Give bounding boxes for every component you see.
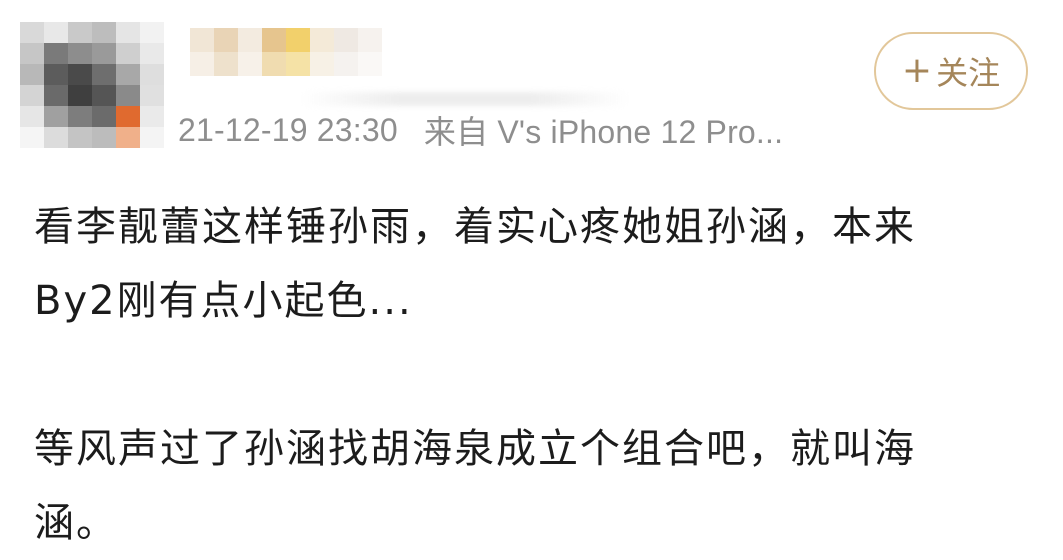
username-mosaic-tile xyxy=(262,52,286,76)
avatar-mosaic-tile xyxy=(116,85,140,106)
post-line: 涵。 xyxy=(34,500,118,546)
username-blurred[interactable] xyxy=(190,28,382,76)
avatar-mosaic-tile xyxy=(140,64,164,85)
avatar-mosaic-tile xyxy=(20,106,44,127)
post-source[interactable]: 来自 V's iPhone 12 Pro... xyxy=(424,107,783,153)
avatar-mosaic-tile xyxy=(92,64,116,85)
username-mosaic-tile xyxy=(214,28,238,52)
avatar-mosaic-tile xyxy=(116,106,140,127)
username-mosaic-tile xyxy=(358,28,382,52)
avatar-mosaic-tile xyxy=(140,127,164,148)
username-mosaic-tile xyxy=(310,28,334,52)
post-body: 看李靓蕾这样锤孙雨，着实心疼她姐孙涵，本来 By2刚有点小起色... 等风声过了… xyxy=(34,190,994,560)
post-line: 看李靓蕾这样锤孙雨，着实心疼她姐孙涵，本来 xyxy=(34,204,916,250)
avatar-mosaic-tile xyxy=(44,85,68,106)
avatar-mosaic-tile xyxy=(92,85,116,106)
avatar-mosaic-tile xyxy=(20,22,44,43)
username-mosaic-tile xyxy=(334,52,358,76)
avatar-mosaic-tile xyxy=(140,106,164,127)
avatar-mosaic-tile xyxy=(116,43,140,64)
avatar-mosaic-tile xyxy=(20,64,44,85)
post-line: By2刚有点小起色... xyxy=(34,278,413,324)
avatar-mosaic-tile xyxy=(68,106,92,127)
avatar-mosaic-tile xyxy=(140,22,164,43)
avatar-mosaic-tile xyxy=(116,64,140,85)
avatar-mosaic-tile xyxy=(140,43,164,64)
avatar-mosaic-tile xyxy=(92,127,116,148)
username-mosaic-tile xyxy=(358,52,382,76)
username-mosaic-tile xyxy=(286,28,310,52)
username-mosaic-tile xyxy=(262,28,286,52)
username-mosaic-tile xyxy=(190,52,214,76)
avatar-mosaic-tile xyxy=(20,85,44,106)
username-mosaic-tile xyxy=(238,28,262,52)
avatar-mosaic-tile xyxy=(92,106,116,127)
weibo-post: 21-12-19 23:30 来自 V's iPhone 12 Pro... +… xyxy=(0,0,1063,546)
avatar-mosaic-tile xyxy=(44,106,68,127)
username-mosaic-tile xyxy=(214,52,238,76)
username-mosaic-tile xyxy=(190,28,214,52)
avatar-mosaic-tile xyxy=(20,43,44,64)
follow-label: 关注 xyxy=(936,54,1001,92)
avatar-mosaic-tile xyxy=(92,22,116,43)
avatar-mosaic-tile xyxy=(140,85,164,106)
avatar-mosaic-tile xyxy=(116,22,140,43)
avatar-mosaic-tile xyxy=(116,127,140,148)
avatar-mosaic-tile xyxy=(68,85,92,106)
user-avatar[interactable] xyxy=(20,22,164,148)
username-mosaic-tile xyxy=(334,28,358,52)
plus-icon: + xyxy=(901,50,933,91)
avatar-mosaic-tile xyxy=(44,43,68,64)
avatar-mosaic-tile xyxy=(44,64,68,85)
avatar-mosaic-tile xyxy=(68,22,92,43)
post-timestamp: 21-12-19 23:30 xyxy=(178,111,398,148)
post-meta: 21-12-19 23:30 来自 V's iPhone 12 Pro... xyxy=(178,106,783,154)
avatar-mosaic-tile xyxy=(44,127,68,148)
blur-overlay xyxy=(300,92,630,106)
avatar-mosaic-tile xyxy=(92,43,116,64)
avatar-mosaic-tile xyxy=(44,22,68,43)
avatar-mosaic-tile xyxy=(68,64,92,85)
username-mosaic-tile xyxy=(310,52,334,76)
username-mosaic-tile xyxy=(286,52,310,76)
avatar-mosaic-tile xyxy=(68,43,92,64)
post-line: 等风声过了孙涵找胡海泉成立个组合吧，就叫海 xyxy=(34,426,916,472)
avatar-mosaic-tile xyxy=(20,127,44,148)
follow-button[interactable]: + 关注 xyxy=(874,32,1028,110)
username-mosaic-tile xyxy=(238,52,262,76)
avatar-mosaic-tile xyxy=(68,127,92,148)
